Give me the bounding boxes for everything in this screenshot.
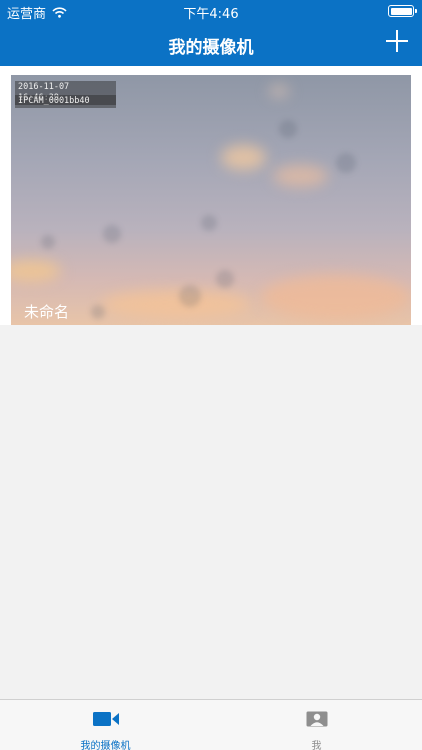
video-camera-icon — [92, 711, 119, 731]
tab-bar: 我的摄像机 我 — [0, 699, 422, 750]
lens-spot — [103, 225, 121, 243]
lens-spot — [279, 120, 297, 138]
camera-name: 未命名 — [24, 303, 70, 321]
lens-spot — [336, 153, 356, 173]
page-title: 我的摄像机 — [168, 38, 254, 58]
sky-cloud — [269, 85, 289, 97]
tab-label-me: 我 — [311, 741, 322, 750]
sky-cloud — [101, 290, 251, 318]
lens-spot — [41, 235, 55, 249]
osd-camera-id: IPCAM_0001bb40 — [15, 95, 116, 108]
tab-my-cameras[interactable]: 我的摄像机 — [0, 700, 211, 750]
lens-spot — [179, 285, 201, 307]
status-bar: 运营商 下午4:46 — [0, 0, 422, 22]
sky-cloud — [261, 275, 411, 320]
app-header: 运营商 下午4:46 我的摄像机 — [0, 0, 422, 66]
status-time: 下午4:46 — [183, 7, 239, 22]
sky-cloud — [273, 165, 328, 187]
sky-cloud — [11, 260, 61, 282]
lens-spot — [216, 270, 234, 288]
camera-preview-card[interactable]: 2016-11-07 16:46:39 IPCAM_0001bb40 未命名 — [11, 75, 411, 325]
tab-label-my-cameras: 我的摄像机 — [80, 741, 131, 750]
empty-list-area — [0, 325, 422, 699]
sky-cloud — [221, 145, 266, 170]
lens-spot — [91, 305, 105, 319]
lens-spot — [201, 215, 217, 231]
battery-icon — [388, 5, 417, 17]
add-camera-button[interactable] — [386, 30, 408, 52]
person-icon — [306, 711, 328, 731]
tab-me[interactable]: 我 — [211, 700, 422, 750]
camera-list: 2016-11-07 16:46:39 IPCAM_0001bb40 未命名 — [0, 66, 422, 325]
